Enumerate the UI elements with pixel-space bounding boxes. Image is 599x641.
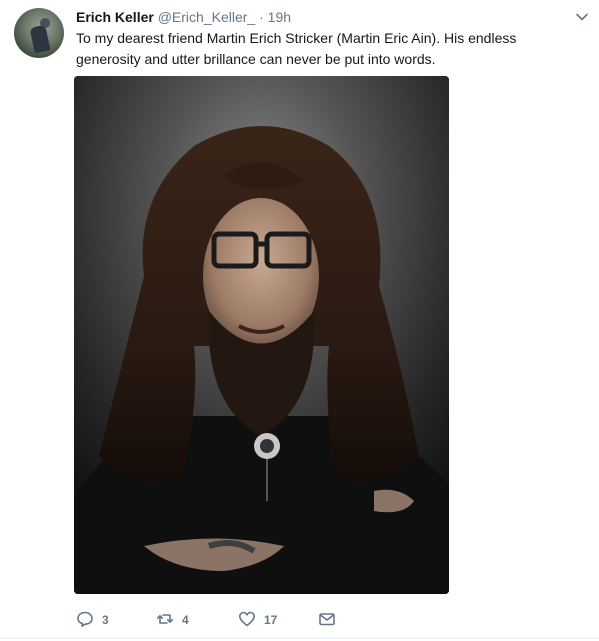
avatar[interactable]	[14, 8, 64, 58]
retweet-count: 4	[182, 613, 189, 627]
envelope-icon	[318, 610, 336, 631]
author-handle[interactable]: @Erich_Keller_	[158, 9, 255, 25]
reply-button[interactable]: 3	[76, 608, 156, 632]
tweet-photo[interactable]	[74, 76, 449, 594]
tweet-header: Erich Keller @Erich_Keller_ · 19h	[76, 8, 291, 26]
divider	[0, 638, 599, 639]
tweet-card[interactable]: Erich Keller @Erich_Keller_ · 19h To my …	[0, 0, 599, 641]
direct-message-button[interactable]	[318, 608, 336, 632]
author-name[interactable]: Erich Keller	[76, 9, 154, 25]
tweet-actions: 3 4 17	[76, 608, 336, 632]
like-count: 17	[264, 613, 278, 627]
like-button[interactable]: 17	[238, 608, 318, 632]
avatar-figure-body	[29, 24, 51, 54]
retweet-button[interactable]: 4	[156, 608, 238, 632]
portrait-illustration	[74, 76, 449, 594]
reply-icon	[76, 610, 94, 631]
retweet-icon	[156, 610, 174, 631]
chevron-down-icon[interactable]	[575, 10, 589, 24]
heart-icon	[238, 610, 256, 631]
reply-count: 3	[102, 613, 109, 627]
header-separator: ·	[259, 9, 264, 25]
tweet-text: To my dearest friend Martin Erich Strick…	[76, 30, 517, 67]
tweet-timestamp[interactable]: 19h	[268, 9, 291, 25]
